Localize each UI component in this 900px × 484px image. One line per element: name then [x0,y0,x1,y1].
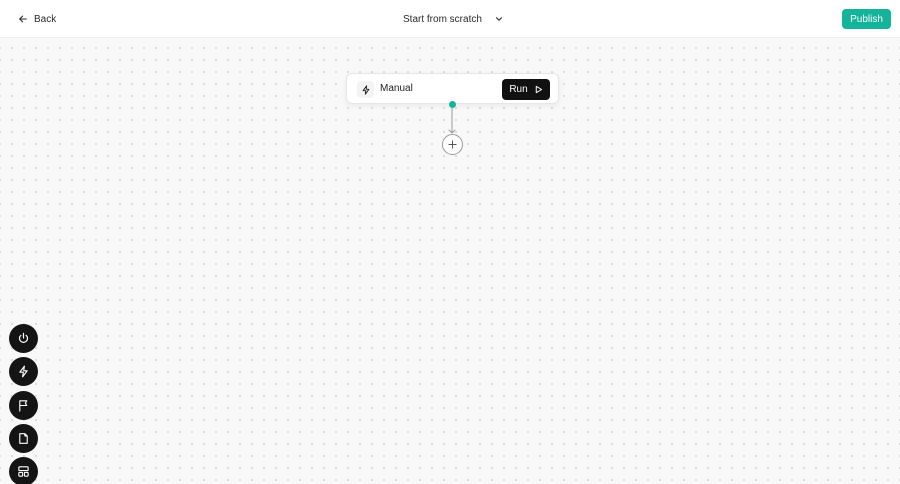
run-label: Run [509,84,528,95]
top-bar: Back Start from scratch Publish [0,0,900,38]
plus-icon [448,140,457,149]
power-icon [18,332,29,343]
trigger-node-label: Manual [380,83,413,94]
flag-icon [19,400,28,412]
file-icon [19,433,28,444]
trigger-icon-wrapper [357,81,374,98]
connector-arrow [448,108,456,134]
back-label: Back [34,13,57,25]
template-dropdown[interactable]: Start from scratch [403,11,504,27]
publish-button[interactable]: Publish [842,9,891,29]
chevron-down-icon [495,17,502,21]
back-button[interactable]: Back [18,11,56,27]
layout-icon [18,466,29,477]
arrow-left-icon [19,15,27,23]
trigger-node[interactable]: Manual Run [346,73,559,104]
play-icon [535,85,542,94]
node-output-handle[interactable] [449,101,456,108]
layout-tool-button[interactable] [9,457,38,484]
add-step-button[interactable] [442,134,463,155]
lightning-icon [362,84,369,95]
template-label: Start from scratch [403,13,482,25]
file-tool-button[interactable] [9,424,38,453]
trigger-tool-button[interactable] [9,357,38,386]
lightning-icon [19,365,28,378]
flag-tool-button[interactable] [9,391,38,420]
run-button[interactable]: Run [502,79,550,100]
power-tool-button[interactable] [9,324,38,353]
